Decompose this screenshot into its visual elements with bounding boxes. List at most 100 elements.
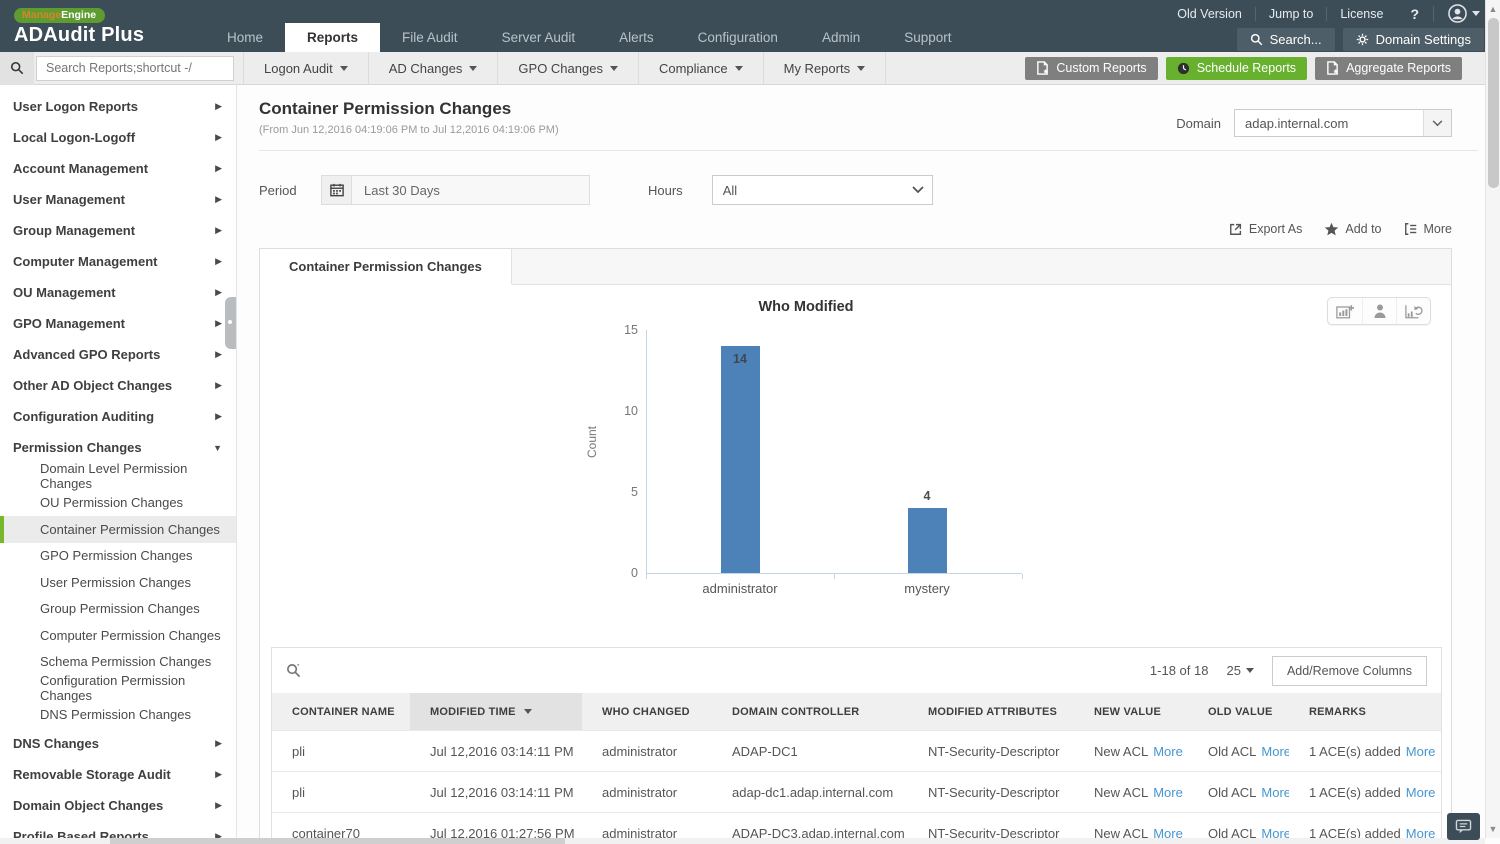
scroll-up-arrow[interactable]: ▲ xyxy=(1486,2,1500,16)
help-icon[interactable]: ? xyxy=(1396,5,1434,22)
topnav-item-home[interactable]: Home xyxy=(205,23,285,52)
more-link[interactable]: More xyxy=(1153,785,1183,800)
column-header-modified-time[interactable]: MODIFIED TIME xyxy=(410,693,582,730)
sidebar-subitem-domain-level-permission-changes[interactable]: Domain Level Permission Changes xyxy=(0,461,236,491)
user-chart-icon[interactable] xyxy=(1362,298,1396,324)
hours-select[interactable]: All xyxy=(711,175,933,205)
report-search-input[interactable] xyxy=(36,55,234,81)
star-icon xyxy=(1325,222,1339,236)
add-to-button[interactable]: Add to xyxy=(1324,219,1382,239)
more-link[interactable]: More xyxy=(1406,785,1436,800)
sidebar-subitem-container-permission-changes[interactable]: Container Permission Changes xyxy=(0,516,236,543)
sidebar-item-local-logon-logoff[interactable]: Local Logon-Logoff ▶ xyxy=(0,122,236,153)
horizontal-scrollbar-thumb[interactable] xyxy=(110,838,565,844)
sidebar-subitem-schema-permission-changes[interactable]: Schema Permission Changes xyxy=(0,649,236,676)
sidebar-item-other-ad-object-changes[interactable]: Other AD Object Changes ▶ xyxy=(0,370,236,401)
sidebar-subitem-configuration-permission-changes[interactable]: Configuration Permission Changes xyxy=(0,673,236,703)
tab-container-permission-changes[interactable]: Container Permission Changes xyxy=(260,249,512,285)
export-as-button[interactable]: Export As xyxy=(1229,219,1302,239)
sidebar-subitem-dns-permission-changes[interactable]: DNS Permission Changes xyxy=(0,702,236,729)
vertical-scrollbar[interactable]: ▲ ▼ xyxy=(1485,0,1500,838)
sidebar-item-account-management[interactable]: Account Management ▶ xyxy=(0,153,236,184)
who-changed-cell: administrator xyxy=(602,784,678,800)
page-size-select[interactable]: 25 xyxy=(1226,663,1254,678)
search-button[interactable]: Search... xyxy=(1236,28,1335,51)
sidebar-item-gpo-management[interactable]: GPO Management ▶ xyxy=(0,308,236,339)
topnav-item-configuration[interactable]: Configuration xyxy=(676,23,800,52)
chevron-right-icon: ▶ xyxy=(215,256,222,266)
more-list-icon xyxy=(1404,223,1416,235)
bar-administrator[interactable] xyxy=(720,346,760,573)
column-header-who-changed[interactable]: WHO CHANGED xyxy=(582,693,712,730)
user-avatar-icon xyxy=(1448,4,1467,23)
column-header-new-value[interactable]: NEW VALUE xyxy=(1074,693,1188,730)
sidebar-item-user-management[interactable]: User Management ▶ xyxy=(0,184,236,215)
action-label: Custom Reports xyxy=(1056,61,1147,75)
sidebar-item-label: OU Management xyxy=(13,285,116,300)
sidebar-item-permission-changes[interactable]: Permission Changes ▼ xyxy=(0,432,236,463)
domain-settings-button[interactable]: Domain Settings xyxy=(1342,28,1484,51)
cell-value: 1 ACE(s) added xyxy=(1309,784,1401,800)
sidebar-item-dns-changes[interactable]: DNS Changes ▶ xyxy=(0,728,236,759)
calendar-icon[interactable] xyxy=(321,175,352,205)
menu-compliance[interactable]: Compliance xyxy=(639,51,764,85)
more-link[interactable]: More xyxy=(1261,785,1289,800)
more-link[interactable]: More xyxy=(1406,744,1436,759)
app-logo[interactable]: ManageEngine ADAudit Plus xyxy=(0,0,205,52)
user-menu[interactable] xyxy=(1434,4,1484,23)
topnav-item-file-audit[interactable]: File Audit xyxy=(380,23,480,52)
sidebar-subitem-gpo-permission-changes[interactable]: GPO Permission Changes xyxy=(0,543,236,570)
sidebar-item-configuration-auditing[interactable]: Configuration Auditing ▶ xyxy=(0,401,236,432)
utility-link-license[interactable]: License xyxy=(1327,7,1396,21)
column-header-container-name[interactable]: CONTAINER NAME xyxy=(272,693,410,730)
vertical-scrollbar-thumb[interactable] xyxy=(1488,18,1499,188)
sidebar-subitem-group-permission-changes[interactable]: Group Permission Changes xyxy=(0,596,236,623)
menu-gpo-changes[interactable]: GPO Changes xyxy=(498,51,639,85)
sidebar-item-computer-management[interactable]: Computer Management ▶ xyxy=(0,246,236,277)
utility-link-old-version[interactable]: Old Version xyxy=(1164,6,1256,21)
search-icon[interactable] xyxy=(0,51,34,85)
add-remove-columns-button[interactable]: Add/Remove Columns xyxy=(1271,655,1427,686)
sidebar-item-removable-storage-audit[interactable]: Removable Storage Audit ▶ xyxy=(0,759,236,790)
topnav-item-admin[interactable]: Admin xyxy=(800,23,882,52)
sidebar-item-label: User Management xyxy=(13,192,125,207)
bar-mystery[interactable] xyxy=(907,508,947,573)
topnav-item-server-audit[interactable]: Server Audit xyxy=(480,23,598,52)
column-header-modified-attributes[interactable]: MODIFIED ATTRIBUTES xyxy=(908,693,1074,730)
menu-logon-audit[interactable]: Logon Audit xyxy=(243,51,369,85)
sidebar-item-advanced-gpo-reports[interactable]: Advanced GPO Reports ▶ xyxy=(0,339,236,370)
column-header-domain-controller[interactable]: DOMAIN CONTROLLER xyxy=(712,693,908,730)
sidebar-item-domain-object-changes[interactable]: Domain Object Changes ▶ xyxy=(0,790,236,821)
scroll-down-arrow[interactable]: ▼ xyxy=(1486,822,1500,836)
menu-ad-changes[interactable]: AD Changes xyxy=(369,51,499,85)
sidebar-subitem-computer-permission-changes[interactable]: Computer Permission Changes xyxy=(0,622,236,649)
topnav-item-reports[interactable]: Reports xyxy=(285,23,381,52)
refresh-chart-icon[interactable] xyxy=(1396,298,1430,324)
sidebar-item-ou-management[interactable]: OU Management ▶ xyxy=(0,277,236,308)
horizontal-scrollbar[interactable] xyxy=(0,838,1485,844)
sidebar-item-user-logon-reports[interactable]: User Logon Reports ▶ xyxy=(0,91,236,122)
more-link[interactable]: More xyxy=(1153,744,1183,759)
chevron-down-icon xyxy=(1245,668,1254,673)
sidebar-subitem-ou-permission-changes[interactable]: OU Permission Changes xyxy=(0,490,236,517)
action-aggregate-reports[interactable]: Aggregate Reports xyxy=(1315,56,1462,80)
table-search-icon[interactable] xyxy=(286,663,301,678)
more-link[interactable]: More xyxy=(1261,744,1289,759)
column-header-remarks[interactable]: REMARKS xyxy=(1289,693,1441,730)
table-row: pli Jul 12,2016 03:14:11 PM administrator A… xyxy=(272,730,1441,771)
domain-select[interactable]: adap.internal.com xyxy=(1234,109,1452,137)
add-chart-icon[interactable] xyxy=(1328,298,1362,324)
menu-my-reports[interactable]: My Reports xyxy=(764,51,887,85)
period-value-field[interactable]: Last 30 Days xyxy=(352,175,590,205)
action-custom-reports[interactable]: Custom Reports xyxy=(1025,56,1158,80)
topnav-item-support[interactable]: Support xyxy=(882,23,973,52)
sidebar-subitem-user-permission-changes[interactable]: User Permission Changes xyxy=(0,569,236,596)
action-schedule-reports[interactable]: Schedule Reports xyxy=(1165,56,1308,80)
sidebar-collapse-handle[interactable] xyxy=(225,297,236,349)
column-header-old-value[interactable]: OLD VALUE xyxy=(1188,693,1289,730)
sidebar-item-group-management[interactable]: Group Management ▶ xyxy=(0,215,236,246)
topnav-item-alerts[interactable]: Alerts xyxy=(597,23,676,52)
utility-link-jump-to[interactable]: Jump to xyxy=(1256,6,1328,21)
more-button[interactable]: More xyxy=(1404,219,1452,239)
feedback-chat-button[interactable] xyxy=(1447,813,1480,840)
